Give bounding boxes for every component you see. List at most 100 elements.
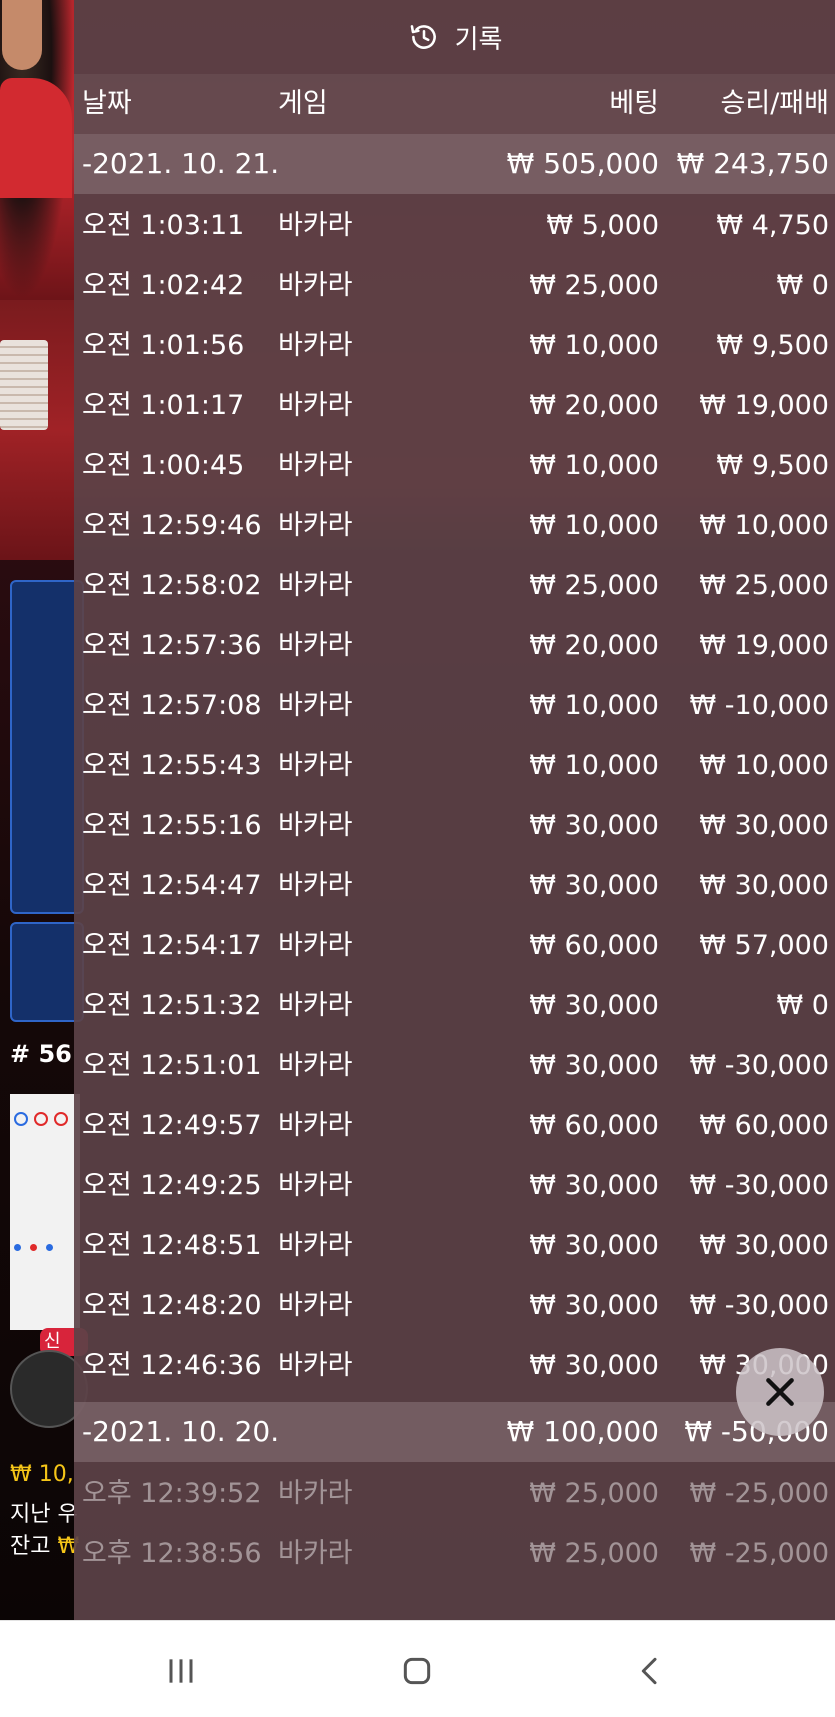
bead-road [10, 1094, 80, 1330]
history-row[interactable]: 오전 1:01:17 바카라 ₩ 20,000 ₩ 19,000 [74, 376, 835, 436]
day-summary-row[interactable]: -2021. 10. 21. ₩ 505,000 ₩ 243,750 [74, 134, 835, 194]
row-game: 바카라 [278, 390, 353, 421]
history-row[interactable]: 오전 1:02:42 바카라 ₩ 25,000 ₩ 0 [74, 256, 835, 316]
close-icon [766, 1378, 794, 1406]
row-game: 바카라 [278, 870, 353, 901]
row-result: ₩ 57,000 [699, 930, 829, 961]
history-row[interactable]: 오전 12:48:20 바카라 ₩ 30,000 ₩ -30,000 [74, 1276, 835, 1336]
row-time: 오전 12:55:43 [82, 750, 262, 781]
history-row[interactable]: 오전 12:54:17 바카라 ₩ 60,000 ₩ 57,000 [74, 916, 835, 976]
row-bet: ₩ 20,000 [529, 390, 659, 421]
row-game: 바카라 [278, 690, 353, 721]
row-bet: ₩ 30,000 [529, 990, 659, 1021]
row-result: ₩ 4,750 [716, 210, 829, 241]
row-time: 오전 1:03:11 [82, 210, 245, 241]
row-game: 바카라 [278, 270, 353, 301]
history-row[interactable]: 오전 1:01:56 바카라 ₩ 10,000 ₩ 9,500 [74, 316, 835, 376]
history-row[interactable]: 오전 12:59:46 바카라 ₩ 10,000 ₩ 10,000 [74, 496, 835, 556]
row-bet: ₩ 30,000 [529, 1350, 659, 1381]
history-column-header: 날짜 게임 베팅 승리/패배 [74, 74, 835, 134]
history-row[interactable]: 오전 12:54:47 바카라 ₩ 30,000 ₩ 30,000 [74, 856, 835, 916]
road-dot [30, 1244, 37, 1251]
history-row[interactable]: 오전 12:51:32 바카라 ₩ 30,000 ₩ 0 [74, 976, 835, 1036]
row-bet: ₩ 10,000 [529, 330, 659, 361]
row-bet: ₩ 5,000 [546, 210, 659, 241]
home-button[interactable] [387, 1649, 447, 1693]
history-row[interactable]: 오전 12:48:51 바카라 ₩ 30,000 ₩ 30,000 [74, 1216, 835, 1276]
card-shoe [0, 340, 48, 430]
recent-apps-button[interactable] [151, 1649, 211, 1693]
baccarat-table [0, 300, 74, 560]
row-game: 바카라 [278, 1350, 353, 1381]
row-time: 오후 12:38:56 [82, 1538, 262, 1569]
balance-text: 잔고 [10, 1534, 51, 1559]
row-bet: ₩ 10,000 [529, 510, 659, 541]
row-game: 바카라 [278, 1230, 353, 1261]
row-bet: ₩ 30,000 [529, 810, 659, 841]
bet-spot-panel[interactable] [10, 580, 84, 914]
row-game: 바카라 [278, 450, 353, 481]
row-time: 오전 12:57:36 [82, 630, 262, 661]
row-game: 바카라 [278, 1478, 353, 1509]
row-result: ₩ 30,000 [699, 810, 829, 841]
row-result: ₩ 10,000 [699, 510, 829, 541]
row-time: 오전 12:54:17 [82, 930, 262, 961]
history-row[interactable]: 오전 12:55:16 바카라 ₩ 30,000 ₩ 30,000 [74, 796, 835, 856]
row-time: 오전 1:01:17 [82, 390, 245, 421]
row-game: 바카라 [278, 990, 353, 1021]
row-result: ₩ 60,000 [699, 1110, 829, 1141]
column-game: 게임 [278, 88, 328, 119]
history-row[interactable]: 오전 12:58:02 바카라 ₩ 25,000 ₩ 25,000 [74, 556, 835, 616]
history-row[interactable]: 오전 1:00:45 바카라 ₩ 10,000 ₩ 9,500 [74, 436, 835, 496]
column-result: 승리/패배 [720, 88, 829, 119]
row-time: 오전 1:00:45 [82, 450, 245, 481]
history-header: 기록 [74, 0, 835, 74]
row-time: 오전 12:55:16 [82, 810, 262, 841]
row-time: 오전 12:49:25 [82, 1170, 262, 1201]
history-row[interactable]: 오전 12:49:25 바카라 ₩ 30,000 ₩ -30,000 [74, 1156, 835, 1216]
row-bet: ₩ 25,000 [529, 1478, 659, 1509]
row-result: ₩ -30,000 [689, 1050, 830, 1081]
history-clock-icon [410, 25, 436, 49]
road-dot [14, 1112, 28, 1126]
day-bet-total: ₩ 100,000 [506, 1415, 659, 1448]
history-row[interactable]: 오전 12:51:01 바카라 ₩ 30,000 ₩ -30,000 [74, 1036, 835, 1096]
row-bet: ₩ 30,000 [529, 1050, 659, 1081]
row-result: ₩ -30,000 [689, 1290, 830, 1321]
row-game: 바카라 [278, 810, 353, 841]
history-row[interactable]: 오전 12:55:43 바카라 ₩ 10,000 ₩ 10,000 [74, 736, 835, 796]
close-button[interactable] [736, 1348, 824, 1436]
history-row[interactable]: 오후 12:38:56 바카라 ₩ 25,000 ₩ -25,000 [74, 1524, 835, 1584]
row-result: ₩ -30,000 [689, 1170, 830, 1201]
row-result: ₩ 10,000 [699, 750, 829, 781]
road-dot [54, 1112, 68, 1126]
home-icon [403, 1657, 431, 1685]
dealer-video [0, 0, 74, 300]
day-summary-row[interactable]: -2021. 10. 20. ₩ 100,000 ₩ -50,000 [74, 1402, 835, 1462]
back-button[interactable] [620, 1649, 680, 1693]
history-row[interactable]: 오전 12:57:36 바카라 ₩ 20,000 ₩ 19,000 [74, 616, 835, 676]
row-bet: ₩ 10,000 [529, 750, 659, 781]
row-result: ₩ 25,000 [699, 570, 829, 601]
history-row[interactable]: 오전 12:57:08 바카라 ₩ 10,000 ₩ -10,000 [74, 676, 835, 736]
row-result: ₩ 0 [776, 270, 829, 301]
day-result-total: ₩ 243,750 [676, 147, 829, 180]
system-nav-bar [0, 1620, 835, 1717]
row-result: ₩ -25,000 [689, 1538, 830, 1569]
history-row[interactable]: 오전 12:46:36바카라₩ 30,000₩ 30,000 [74, 1336, 835, 1396]
row-result: ₩ 19,000 [699, 630, 829, 661]
road-dot [14, 1244, 21, 1251]
row-bet: ₩ 30,000 [529, 870, 659, 901]
row-time: 오전 12:57:08 [82, 690, 262, 721]
history-row[interactable]: 오전 1:03:11 바카라 ₩ 5,000 ₩ 4,750 [74, 196, 835, 256]
dealer-face [2, 0, 42, 70]
bet-spot-panel-small[interactable] [10, 922, 84, 1022]
row-game: 바카라 [278, 930, 353, 961]
row-time: 오전 12:46:36 [82, 1350, 262, 1381]
row-bet: ₩ 20,000 [529, 630, 659, 661]
row-game: 바카라 [278, 1170, 353, 1201]
row-bet: ₩ 30,000 [529, 1290, 659, 1321]
history-row[interactable]: 오전 12:49:57 바카라 ₩ 60,000 ₩ 60,000 [74, 1096, 835, 1156]
row-game: 바카라 [278, 1110, 353, 1141]
history-row[interactable]: 오후 12:39:52 바카라 ₩ 25,000 ₩ -25,000 [74, 1464, 835, 1524]
